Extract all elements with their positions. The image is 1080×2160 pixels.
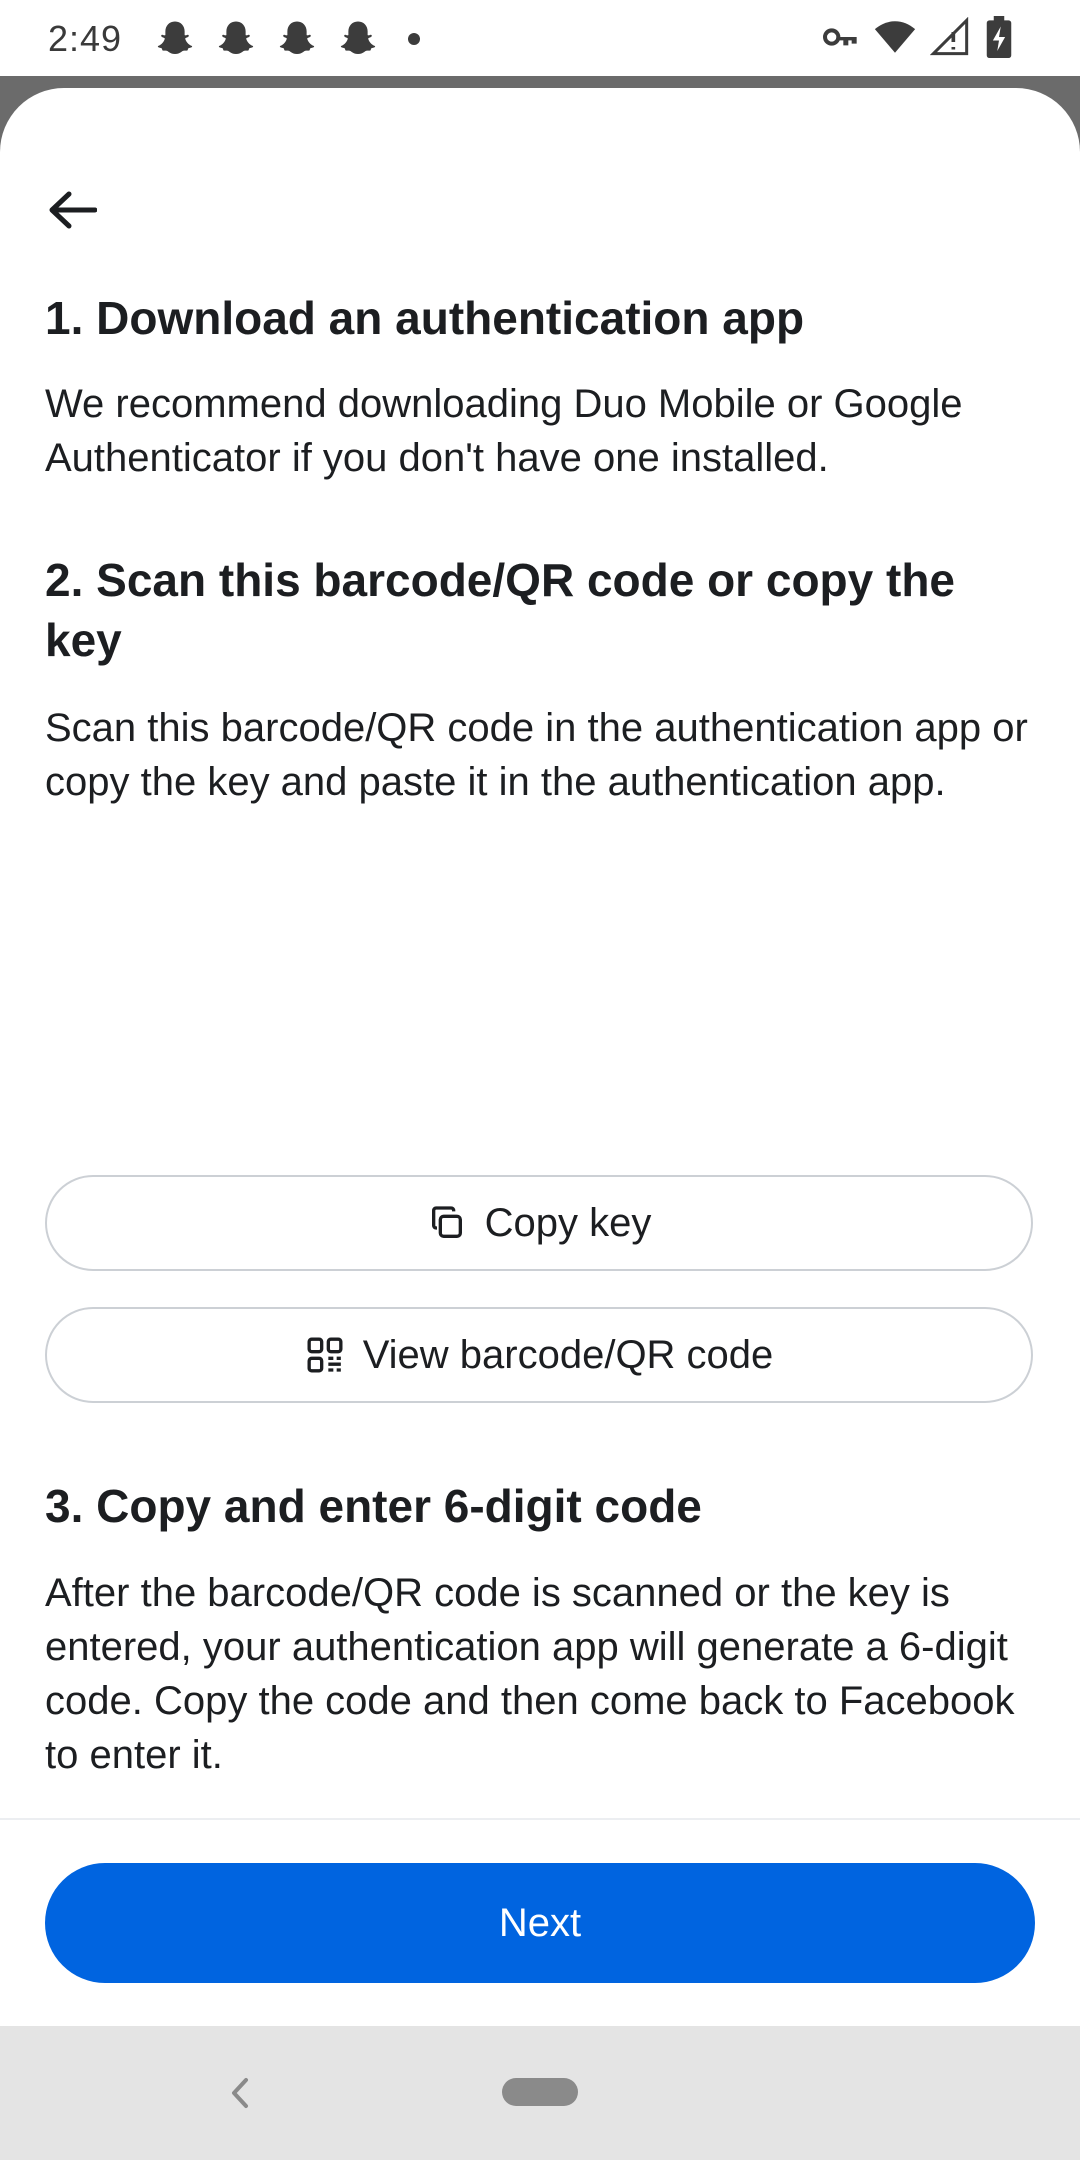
back-button[interactable] [36,174,108,246]
nav-home-button[interactable] [502,2078,578,2106]
battery-charging-icon [986,16,1012,58]
footer-divider [0,1818,1080,1820]
nav-back-icon[interactable] [222,2070,258,2116]
step-2-description: Scan this barcode/QR code in the authent… [45,706,1028,804]
step-3-description: After the barcode/QR code is scanned or … [45,1571,1015,1777]
vpn-key-icon [823,28,857,46]
arrow-left-icon [49,191,97,229]
view-qr-code-label: View barcode/QR code [362,1332,774,1377]
system-icons [820,16,1014,58]
step-2-heading: 2. Scan this barcode/QR code or copy the… [45,554,956,666]
next-button[interactable]: Next [45,1863,1035,1983]
view-qr-code-button[interactable]: View barcode/QR code [45,1307,1033,1403]
snapchat-icon [157,21,193,55]
status-bar: 2:49 [0,0,1080,76]
qr-code-icon [305,1335,345,1375]
step-3-heading: 3. Copy and enter 6-digit code [45,1480,702,1532]
snapchat-icon [218,21,254,55]
snapchat-icon [279,21,315,55]
status-time: 2:49 [48,18,123,59]
next-button-label: Next [498,1900,582,1945]
notification-icons [154,18,420,60]
signal-icon [930,17,969,56]
copy-icon [427,1203,467,1243]
step-1-description: We recommend downloading Duo Mobile or G… [45,382,963,480]
copy-key-button[interactable]: Copy key [45,1175,1033,1271]
wifi-icon [874,21,916,53]
navigation-bar [0,2026,1080,2160]
step-1-heading: 1. Download an authentication app [45,292,805,344]
more-notifications-dot [408,33,420,45]
two-factor-setup-sheet: 1. Download an authentication app We rec… [0,88,1080,2026]
snapchat-icon [340,21,376,55]
copy-key-label: Copy key [484,1200,652,1245]
